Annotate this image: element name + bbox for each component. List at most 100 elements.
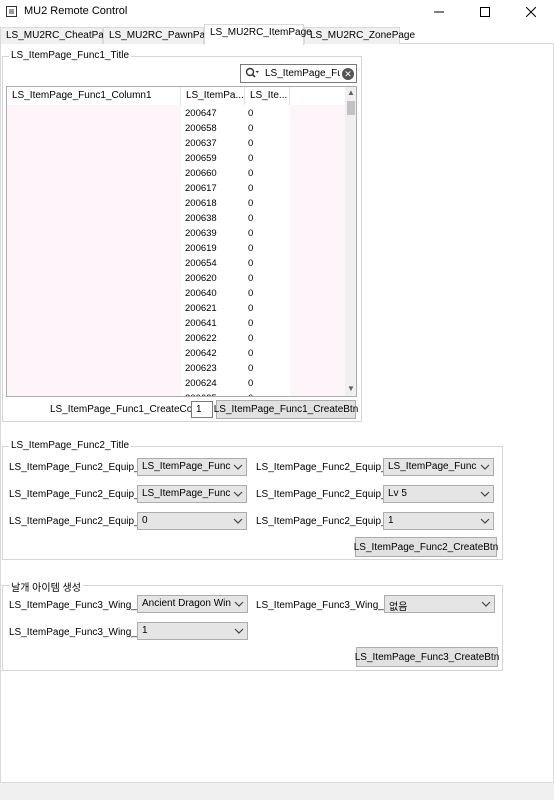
equip-r2-combo[interactable]: Lv 5 xyxy=(383,485,494,503)
wing-l2-value: 1 xyxy=(142,625,148,636)
list-item[interactable]: 200640 0 xyxy=(7,287,345,302)
wing-l1-combo[interactable]: Ancient Dragon Wings xyxy=(137,595,248,613)
create-count-input[interactable]: 1 xyxy=(191,401,213,418)
item-count-cell: 0 xyxy=(248,183,254,194)
list-item[interactable]: 200639 0 xyxy=(7,227,345,242)
wing-l2-combo[interactable]: 1 xyxy=(137,622,248,640)
search-box[interactable]: ✕ xyxy=(240,64,357,83)
chevron-down-icon xyxy=(234,628,244,634)
equip-l3-value: 0 xyxy=(142,515,148,526)
equip-l1-combo[interactable]: LS_ItemPage_Func2_E xyxy=(137,458,247,476)
chevron-down-icon xyxy=(480,518,490,524)
list-item[interactable]: 200641 0 xyxy=(7,317,345,332)
equip-r3-combo[interactable]: 1 xyxy=(383,512,494,530)
item-id-cell: 200621 xyxy=(185,303,217,314)
list-item[interactable]: 200658 0 xyxy=(7,122,345,137)
list-item[interactable]: 200623 0 xyxy=(7,362,345,377)
item-count-cell: 0 xyxy=(248,378,254,389)
wing-l1-label: LS_ItemPage_Func3_Wing_L1 xyxy=(9,600,148,611)
equip-l1-value: LS_ItemPage_Func2_E xyxy=(142,461,230,472)
list-item[interactable]: 200617 0 xyxy=(7,182,345,197)
list-item[interactable]: 200647 0 xyxy=(7,107,345,122)
item-count-cell: 0 xyxy=(248,258,254,269)
list-item[interactable]: 200620 0 xyxy=(7,272,345,287)
item-count-cell: 0 xyxy=(248,363,254,374)
list-item[interactable]: 200642 0 xyxy=(7,347,345,362)
column-header-1[interactable]: LS_ItemPage_Func1_Column1 xyxy=(7,87,181,105)
search-input[interactable] xyxy=(265,66,340,81)
list-item[interactable]: 200660 0 xyxy=(7,167,345,182)
list-item[interactable]: 200622 0 xyxy=(7,332,345,347)
list-item[interactable]: 200654 0 xyxy=(7,257,345,272)
tab-pawn-page[interactable]: LS_MU2RC_PawnPage xyxy=(103,27,216,44)
chevron-down-icon xyxy=(233,491,243,497)
item-id-cell: 200640 xyxy=(185,288,217,299)
equip-r1-combo[interactable]: LS_ItemPage_Func2_E xyxy=(383,458,494,476)
equip-r1-value: LS_ItemPage_Func2_E xyxy=(388,461,477,472)
list-header: LS_ItemPage_Func1_Column1 LS_ItemPa... L… xyxy=(7,87,345,105)
item-count-cell: 0 xyxy=(248,288,254,299)
item-count-cell: 0 xyxy=(248,303,254,314)
list-item[interactable]: 200659 0 xyxy=(7,152,345,167)
item-id-cell: 200659 xyxy=(185,153,217,164)
list-item[interactable]: 200625 0 xyxy=(7,392,345,396)
search-icon[interactable] xyxy=(245,67,259,80)
equip-r3-value: 1 xyxy=(388,515,394,526)
tab-cheat-page[interactable]: LS_MU2RC_CheatPage xyxy=(0,27,115,44)
tab-zone-page[interactable]: LS_MU2RC_ZonePage xyxy=(304,27,415,44)
maximize-button[interactable] xyxy=(462,0,508,24)
wing-r1-combo[interactable]: 없음 xyxy=(384,595,495,613)
minimize-icon xyxy=(434,11,444,13)
func3-create-button[interactable]: LS_ItemPage_Func3_CreateBtn xyxy=(355,647,499,667)
func2-create-button[interactable]: LS_ItemPage_Func2_CreateBtn xyxy=(354,537,498,557)
list-item[interactable]: 200638 0 xyxy=(7,212,345,227)
item-id-cell: 200641 xyxy=(185,318,217,329)
clear-search-icon[interactable]: ✕ xyxy=(342,68,354,80)
equip-r2-value: Lv 5 xyxy=(388,488,407,499)
minimize-button[interactable] xyxy=(416,0,462,24)
item-count-cell: 0 xyxy=(248,123,254,134)
list-scrollbar[interactable]: ▲ ▼ xyxy=(345,87,356,396)
column-header-2[interactable]: LS_ItemPa... xyxy=(181,87,245,105)
tab-item-page[interactable]: LS_MU2RC_ItemPage xyxy=(204,24,312,45)
item-count-cell: 0 xyxy=(248,228,254,239)
func2-title: LS_ItemPage_Func2_Title xyxy=(9,440,132,451)
func1-create-button[interactable]: LS_ItemPage_Func1_CreateBtn xyxy=(214,400,358,419)
chevron-down-icon xyxy=(234,601,244,607)
item-id-cell: 200617 xyxy=(185,183,217,194)
item-count-cell: 0 xyxy=(248,153,254,164)
func1-title: LS_ItemPage_Func1_Title xyxy=(9,50,132,61)
item-list-view[interactable]: LS_ItemPage_Func1_Column1 LS_ItemPa... L… xyxy=(6,86,357,397)
list-item[interactable]: 200624 0 xyxy=(7,377,345,392)
create-count-label: LS_ItemPage_Func1_CreateCount xyxy=(50,404,207,415)
item-id-cell: 200620 xyxy=(185,273,217,284)
item-count-cell: 0 xyxy=(248,213,254,224)
equip-l1-label: LS_ItemPage_Func2_Equip_L1 xyxy=(9,462,151,473)
chevron-down-icon xyxy=(481,601,491,607)
item-id-cell: 200639 xyxy=(185,228,217,239)
scroll-down-icon[interactable]: ▼ xyxy=(347,384,355,393)
list-item[interactable]: 200621 0 xyxy=(7,302,345,317)
item-count-cell: 0 xyxy=(248,198,254,209)
close-button[interactable] xyxy=(508,0,554,24)
item-id-cell: 200618 xyxy=(185,198,217,209)
equip-l2-combo[interactable]: LS_ItemPage_Func2_E xyxy=(137,485,247,503)
chevron-down-icon xyxy=(233,518,243,524)
equip-l3-combo[interactable]: 0 xyxy=(137,512,247,530)
func3-title: 날개 아이템 생성 xyxy=(9,579,83,594)
item-id-cell: 200622 xyxy=(185,333,217,344)
list-item[interactable]: 200619 0 xyxy=(7,242,345,257)
title-bar[interactable]: MU2 Remote Control xyxy=(0,0,554,24)
scroll-thumb[interactable] xyxy=(347,101,355,115)
item-id-cell: 200638 xyxy=(185,213,217,224)
wing-l2-label: LS_ItemPage_Func3_Wing_L2 xyxy=(9,627,148,638)
list-item[interactable]: 200637 0 xyxy=(7,137,345,152)
close-icon xyxy=(526,7,536,17)
list-item[interactable]: 200618 0 xyxy=(7,197,345,212)
scroll-up-icon[interactable]: ▲ xyxy=(347,88,355,97)
equip-l2-value: LS_ItemPage_Func2_E xyxy=(142,488,230,499)
item-id-cell: 200658 xyxy=(185,123,217,134)
item-count-cell: 0 xyxy=(248,393,253,396)
column-header-3[interactable]: LS_Ite... xyxy=(245,87,290,105)
item-count-cell: 0 xyxy=(248,243,254,254)
